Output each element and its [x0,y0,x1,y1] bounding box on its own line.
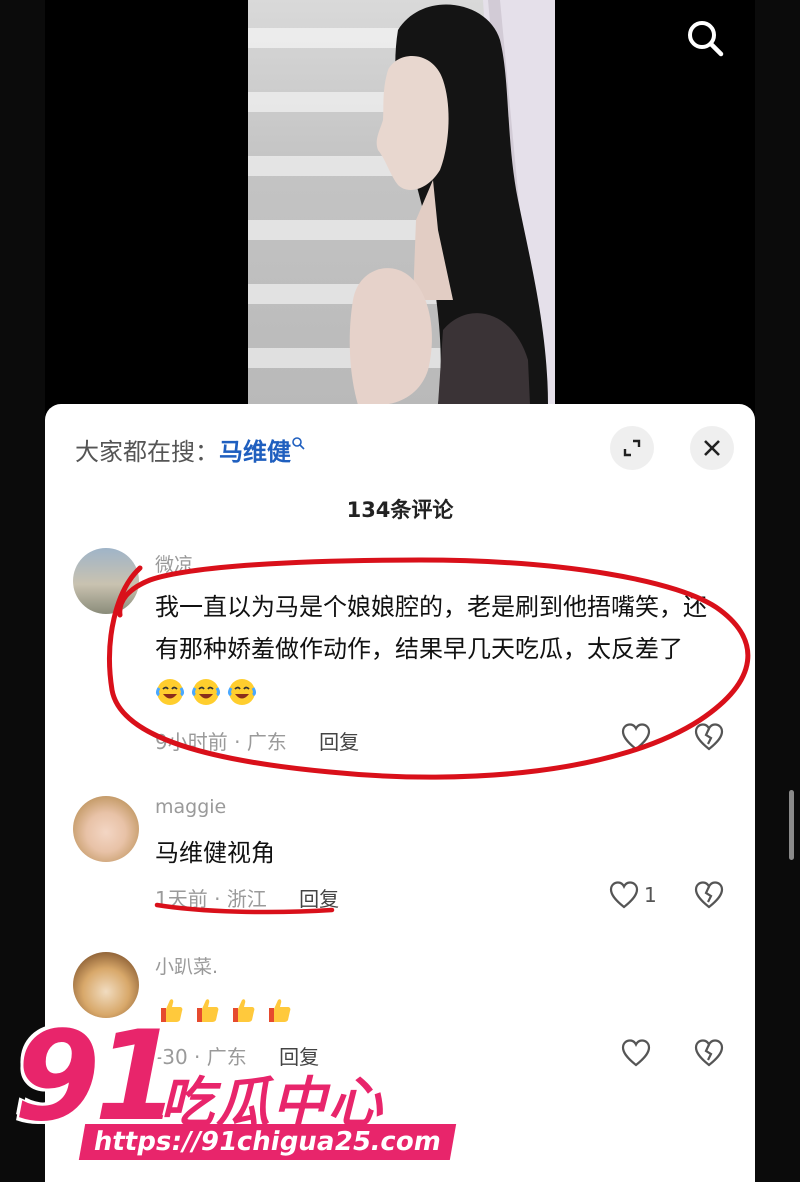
comment-count: 134条评论 [346,498,454,522]
comment-text: 我一直以为马是个娘娘腔的，老是刷到他捂嘴笑，还有那种娇羞做作动作，结果早几天吃瓜… [155,586,715,712]
heart-icon [621,723,651,751]
broken-heart-icon [694,723,724,751]
video-frame-woman [349,0,555,405]
small-search-icon [292,437,305,450]
broken-heart-icon [694,1039,724,1067]
username[interactable]: 小趴菜. [155,952,218,979]
like-button[interactable] [620,1038,656,1068]
thumbs-up-emoji [233,999,255,1022]
comment-meta: 9小时前 · 广东 回复 [155,730,360,754]
comment-meta: 1天前 · 浙江 回复 [155,887,340,911]
comment-time: 9小时前 [155,730,228,754]
comment-item: maggie 马维健视角 1天前 · 浙江 回复 1 [45,792,755,932]
hot-search-bar[interactable]: 大家都在搜：马维健 [75,432,305,467]
like-count: 1 [644,883,657,907]
emoji-row [155,677,263,705]
avatar[interactable] [73,796,139,862]
like-button[interactable]: 1 [608,880,657,910]
search-icon[interactable] [248,14,292,58]
thumbs-up-emoji [269,999,291,1022]
dislike-button[interactable] [693,880,725,914]
comment-text: 马维健视角 [155,839,275,867]
broken-heart-icon [694,881,724,909]
watermark-url: https://91chigua25.com [78,1124,457,1160]
comment-time: 1天前 [155,887,208,911]
reply-button[interactable]: 回复 [299,887,339,911]
expand-button[interactable] [610,426,654,470]
close-icon [704,440,720,456]
thumbs-up-emoji [197,999,219,1022]
comment-location: 浙江 [226,887,267,911]
laugh-cry-emoji [156,679,184,705]
comment-body: 我一直以为马是个娘娘腔的，老是刷到他捂嘴笑，还有那种娇羞做作动作，结果早几天吃瓜… [155,593,707,663]
heart-icon [621,1039,651,1067]
laugh-cry-emoji [228,679,256,705]
avatar[interactable] [73,548,139,614]
like-button[interactable] [620,722,656,752]
video-player[interactable] [248,0,555,405]
username[interactable]: 微凉 [155,550,193,577]
comment-location: 广东 [246,730,287,754]
laugh-cry-emoji [192,679,220,705]
hot-search-prefix: 大家都在搜： [75,438,219,466]
expand-icon [623,439,641,457]
reply-button[interactable]: 回复 [319,730,359,754]
comment-text [155,988,715,1030]
scrollbar[interactable] [789,790,794,860]
watermark-number: 91 [14,1005,181,1149]
username[interactable]: maggie [155,796,226,818]
close-button[interactable] [690,426,734,470]
hot-search-term[interactable]: 马维健 [219,438,291,466]
search-icon[interactable] [683,16,727,60]
heart-icon [609,881,639,909]
dislike-button[interactable] [693,1038,725,1072]
comment-item: 微凉 我一直以为马是个娘娘腔的，老是刷到他捂嘴笑，还有那种娇羞做作动作，结果早几… [45,546,755,756]
dislike-button[interactable] [693,722,725,756]
